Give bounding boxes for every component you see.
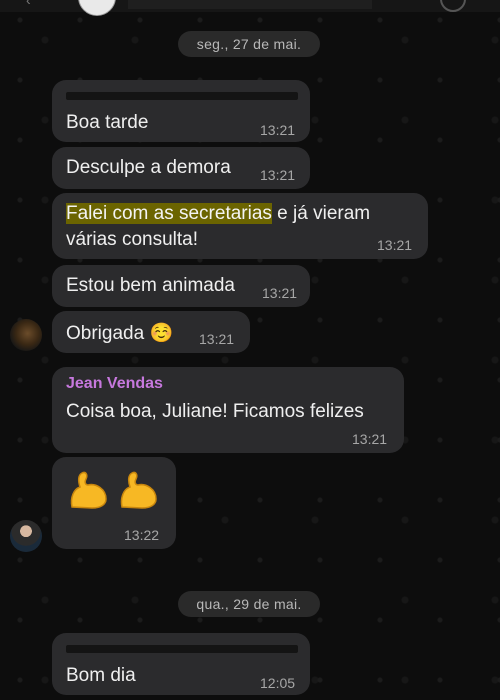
- highlighted-text: Falei com as secretarias: [66, 203, 272, 224]
- incoming-message[interactable]: Desculpe a demora 13:21: [52, 147, 310, 189]
- incoming-message[interactable]: Bom dia 12:05: [52, 633, 310, 695]
- contact-name-redacted: [128, 0, 372, 9]
- message-time: 13:21: [260, 167, 296, 183]
- message-time: 12:05: [260, 675, 296, 691]
- message-text: Boa tarde: [66, 112, 149, 133]
- date-divider: qua., 29 de mai.: [178, 591, 320, 617]
- message-text: Bom dia: [66, 665, 136, 686]
- message-text: Desculpe a demora: [66, 157, 231, 178]
- message-time: 13:22: [124, 527, 160, 543]
- message-time: 13:21: [352, 431, 388, 447]
- call-icon[interactable]: [440, 0, 466, 12]
- message-text-rest: e já vieram: [271, 203, 371, 224]
- flexed-biceps-icon: [70, 471, 107, 509]
- sender-avatar[interactable]: [10, 319, 42, 351]
- message-text: Coisa boa, Juliane! Ficamos felizes: [66, 401, 364, 422]
- message-time: 13:21: [377, 237, 413, 253]
- date-label: seg., 27 de mai.: [196, 36, 302, 52]
- message-text-line2: várias consulta!: [66, 229, 199, 250]
- incoming-message[interactable]: Estou bem animada 13:21: [52, 265, 310, 307]
- smiling-face-icon: ☺️: [149, 323, 174, 344]
- sender-name[interactable]: Jean Vendas: [66, 375, 163, 393]
- message-time: 13:21: [199, 331, 235, 347]
- sender-name-redacted: [66, 92, 298, 100]
- message-text-label: Obrigada: [66, 323, 145, 344]
- date-divider: seg., 27 de mai.: [178, 31, 320, 57]
- back-arrow-icon[interactable]: ‹: [26, 0, 36, 8]
- message-text: Obrigada ☺️: [66, 321, 173, 345]
- incoming-message[interactable]: Boa tarde 13:21: [52, 80, 310, 142]
- incoming-message[interactable]: Falei com as secretarias e já vieram vár…: [52, 193, 428, 259]
- incoming-message[interactable]: Obrigada ☺️ 13:21: [52, 311, 250, 353]
- date-label: qua., 29 de mai.: [196, 596, 302, 612]
- message-text: Falei com as secretarias e já vieram: [66, 203, 370, 225]
- message-text: Estou bem animada: [66, 275, 235, 296]
- chat-header: ‹: [0, 0, 500, 16]
- sender-avatar[interactable]: [10, 520, 42, 552]
- incoming-message[interactable]: Jean Vendas Coisa boa, Juliane! Ficamos …: [52, 367, 404, 453]
- incoming-message[interactable]: 💪💪 13:22: [52, 457, 176, 549]
- message-time: 13:21: [262, 285, 298, 301]
- sender-name-redacted: [66, 645, 298, 653]
- message-time: 13:21: [260, 122, 296, 138]
- flexed-biceps-icon: [120, 471, 157, 509]
